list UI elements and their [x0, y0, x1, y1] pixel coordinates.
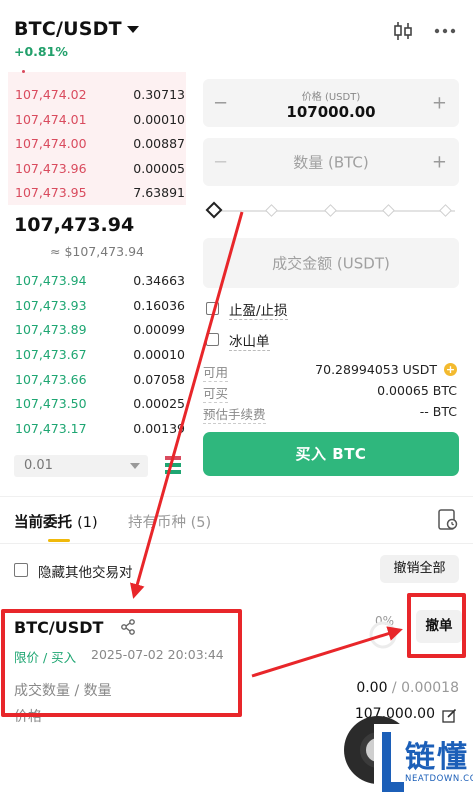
annotation-arrow-2	[251, 626, 403, 678]
annotation-arrows	[130, 211, 403, 678]
annotation-arrow-1	[130, 211, 244, 599]
